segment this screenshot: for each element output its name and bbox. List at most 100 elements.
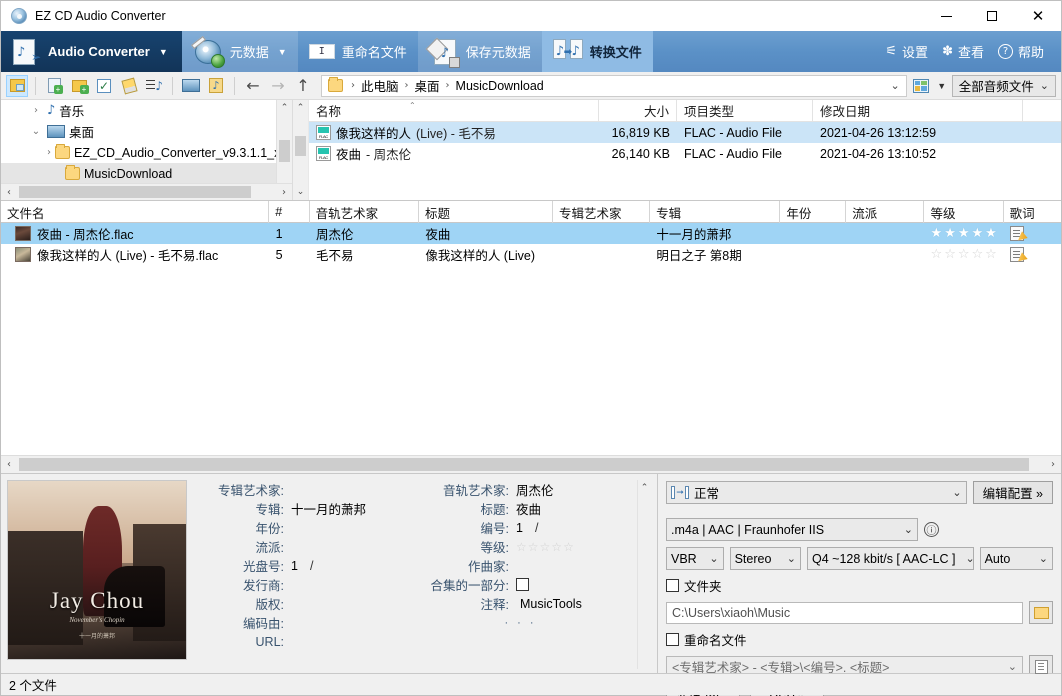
scroll-left-icon[interactable]: ‹ (1, 459, 17, 470)
tab-audio-converter[interactable]: ♪ ➢ Audio Converter ▼ (1, 31, 182, 72)
rename-files-checkbox[interactable] (666, 633, 679, 646)
view-mode-caret-icon[interactable]: ▼ (935, 81, 949, 91)
music-note-icon[interactable]: ♪ (205, 75, 227, 97)
scroll-up-icon[interactable]: ⌃ (277, 100, 292, 116)
star-4[interactable]: ★ (972, 227, 984, 240)
compilation-checkbox[interactable] (516, 578, 529, 591)
track-list-horizontal-scrollbar[interactable]: ‹ › (1, 455, 1061, 473)
field-comment[interactable]: 注释: MusicTools (412, 594, 629, 613)
clear-list-icon[interactable] (118, 75, 140, 97)
star-3[interactable]: ☆ (540, 541, 551, 553)
star-1[interactable]: ☆ (931, 248, 943, 261)
field-track-artist[interactable]: 音轨艺术家: 周杰伦 (412, 480, 629, 499)
field-part-of-compilation[interactable]: 合集的一部分: (412, 575, 629, 594)
view-mode-icon[interactable] (910, 75, 932, 97)
tab-save-metadata[interactable]: ♪ 保存元数据 (417, 31, 542, 72)
star-3[interactable]: ☆ (958, 248, 970, 261)
rating-stars[interactable]: ☆ ☆ ☆ ☆ ☆ (516, 541, 574, 553)
chevron-down-icon[interactable]: ⌄ (891, 79, 902, 92)
field-album[interactable]: 专辑: 十一月的萧邦 (195, 499, 412, 518)
rename-files-checkbox-row[interactable]: 重命名文件 (666, 630, 1053, 649)
browse-folder-button[interactable] (1029, 601, 1053, 624)
star-2[interactable]: ★ (944, 227, 956, 240)
nav-back-icon[interactable]: ← (242, 75, 264, 97)
col-track-artist[interactable]: 音轨艺术家 (310, 201, 420, 223)
field-copyright[interactable]: 版权: (195, 594, 412, 613)
format-select[interactable]: .m4a | AAC | Fraunhofer IIS ⌄ (666, 518, 918, 541)
samplerate-select[interactable]: Auto ⌄ (979, 547, 1053, 570)
add-folder-icon[interactable]: + (68, 75, 90, 97)
star-4[interactable]: ☆ (972, 248, 984, 261)
edit-profile-button[interactable]: 编辑配置 » (972, 481, 1053, 504)
field-disc-number[interactable]: 光盘号: 1 / (195, 556, 412, 575)
more-fields-button[interactable]: · · · (412, 613, 629, 632)
tab-convert-files[interactable]: ♪ ♪ ➡ 转换文件 (541, 31, 653, 72)
field-rating[interactable]: 等级: ☆ ☆ ☆ ☆ ☆ (412, 537, 629, 556)
col-genre[interactable]: 流派 (846, 201, 925, 223)
star-5[interactable]: ☆ (563, 541, 574, 553)
scroll-left-icon[interactable]: ‹ (1, 187, 17, 198)
profile-select[interactable]: ➞ 正常 ⌄ (666, 481, 967, 504)
scroll-up-icon[interactable]: ⌃ (638, 480, 651, 496)
nav-forward-icon[interactable]: → (267, 75, 289, 97)
album-cover-art[interactable]: Jay Chou November's Chopin 十一月的萧邦 (7, 480, 187, 660)
file-col-name[interactable]: 名称 (309, 99, 599, 122)
star-3[interactable]: ★ (958, 227, 970, 240)
scroll-thumb-horizontal[interactable] (19, 458, 1029, 471)
tab-metadata[interactable]: 元数据 ▼ (181, 31, 298, 72)
col-rating[interactable]: 等级 (924, 201, 1004, 223)
breadcrumb-item-2[interactable]: MusicDownload (454, 79, 546, 93)
metadata-vertical-scrollbar[interactable]: ⌃ (637, 480, 651, 669)
open-folder-icon[interactable] (6, 74, 28, 97)
field-title[interactable]: 标题: 夜曲 (412, 499, 629, 518)
field-composer[interactable]: 作曲家: (412, 556, 629, 575)
settings-button[interactable]: ⚟ 设置 (880, 42, 933, 61)
scroll-down-icon[interactable]: ⌄ (293, 184, 308, 200)
rating-stars[interactable]: ★ ★ ★ ★ ★ (931, 227, 997, 240)
monitor-icon[interactable] (180, 75, 202, 97)
breadcrumb-item-1[interactable]: 桌面 (413, 76, 442, 95)
tree-horizontal-scrollbar[interactable]: ‹ › (1, 183, 292, 200)
help-button[interactable]: ? 帮助 (993, 42, 1049, 61)
breadcrumb-item-0[interactable]: 此电脑 (359, 76, 401, 95)
select-all-icon[interactable]: ✓ (93, 75, 115, 97)
col-filename[interactable]: 文件名 (1, 201, 270, 223)
file-col-modified[interactable]: 修改日期 (813, 99, 1023, 122)
col-lyrics[interactable]: 歌词 (1004, 201, 1061, 223)
scroll-thumb[interactable] (279, 140, 290, 162)
output-folder-checkbox[interactable] (666, 579, 679, 592)
table-row[interactable]: 像我这样的人 (Live) - 毛不易.flac 5 毛不易 像我这样的人 (L… (1, 244, 1061, 265)
file-row[interactable]: 夜曲 - 周杰伦 26,140 KB FLAC - Audio File 202… (309, 143, 1061, 164)
col-album-artist[interactable]: 专辑艺术家 (553, 201, 651, 223)
quality-select[interactable]: Q4 ~128 kbit/s [ AAC-LC ] ⌄ (807, 547, 974, 570)
tree-item-desktop[interactable]: ⌄ 桌面 (1, 121, 292, 142)
field-publisher[interactable]: 发行商: (195, 575, 412, 594)
tree-item-music[interactable]: › ♪ 音乐 (1, 100, 292, 121)
table-row[interactable]: 夜曲 - 周杰伦.flac 1 周杰伦 夜曲 十一月的萧邦 ★ ★ ★ ★ ★ (1, 223, 1061, 244)
playlist-icon[interactable]: ♪ (143, 75, 165, 97)
scroll-thumb[interactable] (295, 136, 306, 156)
star-2[interactable]: ☆ (944, 248, 956, 261)
tree-item-ezcd-folder[interactable]: › EZ_CD_Audio_Converter_v9.3.1.1_x64_l (1, 142, 292, 163)
col-year[interactable]: 年份 (780, 201, 847, 223)
rating-stars[interactable]: ☆ ☆ ☆ ☆ ☆ (931, 248, 997, 261)
scroll-right-icon[interactable]: › (276, 187, 292, 198)
col-number[interactable]: # (269, 201, 310, 223)
field-genre[interactable]: 流派: (195, 537, 412, 556)
tree-item-musicdownload[interactable]: MusicDownload (1, 163, 292, 183)
lyrics-icon[interactable] (1009, 247, 1024, 262)
info-icon[interactable]: ⓘ (924, 522, 939, 537)
file-col-size[interactable]: 大小 (599, 99, 677, 122)
expander-icon[interactable]: › (47, 147, 51, 158)
file-list-vertical-scrollbar[interactable]: ⌃ ⌄ (293, 100, 309, 200)
field-year[interactable]: 年份: (195, 518, 412, 537)
star-5[interactable]: ★ (985, 227, 997, 240)
bitrate-mode-select[interactable]: VBR ⌄ (666, 547, 724, 570)
close-button[interactable]: ✕ (1015, 1, 1061, 31)
lyrics-icon[interactable] (1009, 226, 1024, 241)
col-title[interactable]: 标题 (419, 201, 553, 223)
expander-icon[interactable]: ⌄ (29, 126, 43, 137)
output-folder-checkbox-row[interactable]: 文件夹 (666, 576, 1053, 595)
expander-icon[interactable]: › (29, 105, 43, 116)
field-encoded-by[interactable]: 编码由: (195, 613, 412, 632)
